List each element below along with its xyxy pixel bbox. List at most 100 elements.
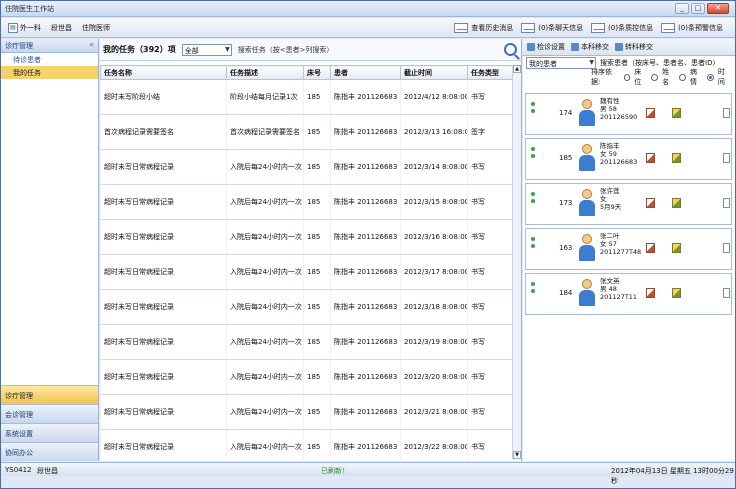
- table-cell: 入院后每24小时内一次: [226, 149, 304, 185]
- toolbar: ▤ 外一科 段世昌 住院医师 查看历史消息 (0)条聊天信息 (0)条质控信息 …: [1, 18, 735, 38]
- doctor-name: 段世昌: [47, 21, 76, 35]
- warning-messages-button[interactable]: (0)条预警信息: [661, 21, 723, 35]
- patient-sex-age: 男 58: [600, 105, 617, 113]
- left-nav: 诊疗管理 « 待诊患者 我的任务 诊疗管理 会诊管理 系统设置 协同办公: [1, 39, 99, 461]
- maximize-button[interactable]: □: [691, 3, 705, 14]
- warning-messages-label: (0)条预警信息: [678, 24, 723, 32]
- envelope-icon: [591, 23, 606, 33]
- chevron-down-icon: ▼: [225, 45, 230, 53]
- scroll-down-icon[interactable]: ▼: [513, 451, 521, 459]
- table-cell: 书写: [467, 429, 513, 465]
- record-icon[interactable]: [646, 198, 655, 208]
- document-icon[interactable]: [723, 198, 730, 208]
- department-icon: ▤: [8, 23, 18, 33]
- table-cell: 2012/3/19 8:08:00: [400, 324, 468, 360]
- task-scrollbar[interactable]: ▲ ▼: [512, 65, 521, 459]
- table-row[interactable]: 超时未写阶段小结 阶段小结每月记录1次 185 陈指丰 201126683 2012/4…: [100, 79, 513, 115]
- table-row[interactable]: 超时未写日常病程记录 入院后每24小时内一次 185 陈指丰 201126683 201…: [100, 359, 513, 395]
- table-cell: 书写: [467, 289, 513, 325]
- sort-radio-name[interactable]: [651, 73, 659, 81]
- title-bar: 住院医生工作站 _ □ ✕: [1, 1, 735, 17]
- sort-radio-time[interactable]: [707, 73, 714, 81]
- patient-list: 174 魏有性男 58 201126590 185 陈指丰女 59 201126683 17…: [525, 93, 732, 318]
- document-icon[interactable]: [723, 108, 730, 118]
- table-row[interactable]: 超时未写日常病程记录 入院后每24小时内一次 185 陈指丰 201126683 201…: [100, 289, 513, 325]
- nav-item-my-tasks[interactable]: 我的任务: [1, 66, 98, 79]
- history-messages-button[interactable]: 查看历史消息: [454, 21, 513, 35]
- nav-section-consultation[interactable]: 会诊管理: [1, 404, 98, 423]
- patient-card[interactable]: 173 张许莲女 5月9天: [525, 183, 732, 225]
- nav-item-waiting-patients[interactable]: 待诊患者: [1, 53, 98, 66]
- history-icon: [454, 23, 469, 33]
- col-task-type[interactable]: 任务类型: [467, 65, 513, 80]
- task-table-body: 超时未写阶段小结 阶段小结每月记录1次 185 陈指丰 201126683 2012/4…: [100, 79, 513, 465]
- sort-radio-condition[interactable]: [679, 73, 686, 81]
- patient-card[interactable]: 174 魏有性男 58 201126590: [525, 93, 732, 135]
- task-filter-select[interactable]: 全部 ▼: [181, 43, 232, 56]
- close-button[interactable]: ✕: [707, 3, 729, 14]
- sort-name-label: 姓名: [662, 68, 670, 86]
- table-row[interactable]: 超时未写日常病程记录 入院后每24小时内一次 185 陈指丰 201126683 201…: [100, 394, 513, 430]
- history-messages-label: 查看历史消息: [471, 24, 514, 32]
- col-deadline[interactable]: 截止时间: [400, 65, 468, 80]
- col-bed[interactable]: 床号: [303, 65, 331, 80]
- nav-section-diagnosis[interactable]: 诊疗管理: [1, 385, 98, 404]
- document-icon[interactable]: [723, 153, 730, 163]
- status-dots-icon: [531, 147, 535, 161]
- edit-icon[interactable]: [672, 198, 681, 208]
- tab-dept-handover[interactable]: 本科移交: [571, 42, 609, 52]
- document-icon[interactable]: [723, 288, 730, 298]
- table-row[interactable]: 超时未写日常病程记录 入院后每24小时内一次 185 陈指丰 201126683 201…: [100, 184, 513, 220]
- patient-sex-age: 女 59: [600, 150, 617, 158]
- table-cell: 陈指丰 201126683: [330, 359, 401, 395]
- chat-messages-button[interactable]: (0)条聊天信息: [521, 21, 583, 35]
- record-icon[interactable]: [646, 243, 655, 253]
- patient-card[interactable]: 184 张文英男 48 201127T11: [525, 273, 732, 315]
- table-cell: 185: [303, 359, 331, 395]
- record-icon[interactable]: [646, 108, 655, 118]
- envelope-icon: [661, 23, 676, 33]
- table-cell: 超时未写阶段小结: [100, 79, 227, 115]
- search-icon[interactable]: [504, 43, 517, 56]
- edit-icon[interactable]: [672, 288, 681, 298]
- collapse-icon[interactable]: «: [89, 40, 94, 49]
- record-icon[interactable]: [646, 153, 655, 163]
- toolbar-user-info: ▤ 外一科 段世昌 住院医师: [4, 21, 114, 35]
- patient-panel: 检诊设置 本科移交 转科移交 我的患者 ▼ 搜索患者（按床号、患者名、患者ID）…: [523, 39, 735, 461]
- table-cell: 2012/3/13 16:08:00: [400, 114, 468, 150]
- table-row[interactable]: 超时未写日常病程记录 入院后每24小时内一次 185 陈指丰 201126683 201…: [100, 429, 513, 465]
- patient-card[interactable]: 163 张二叶女 57 2011277T48: [525, 228, 732, 270]
- table-cell: 陈指丰 201126683: [330, 289, 401, 325]
- table-row[interactable]: 超时未写日常病程记录 入院后每24小时内一次 185 陈指丰 201126683 201…: [100, 324, 513, 360]
- table-row[interactable]: 超时未写日常病程记录 入院后每24小时内一次 185 陈指丰 201126683 201…: [100, 149, 513, 185]
- edit-icon[interactable]: [672, 243, 681, 253]
- task-search-hint[interactable]: 搜索任务（按<患者>列搜索）: [238, 45, 334, 55]
- table-row[interactable]: 超时未写日常病程记录 入院后每24小时内一次 185 陈指丰 201126683 201…: [100, 254, 513, 290]
- qc-messages-button[interactable]: (0)条质控信息: [591, 21, 653, 35]
- patient-filter-select[interactable]: 我的患者 ▼: [526, 57, 596, 69]
- sort-label: 排序依据:: [591, 68, 612, 86]
- document-icon[interactable]: [723, 243, 730, 253]
- table-cell: 书写: [467, 394, 513, 430]
- nav-section-settings[interactable]: 系统设置: [1, 423, 98, 442]
- department-button[interactable]: ▤ 外一科: [4, 21, 45, 35]
- tab-transfer-handover[interactable]: 转科移交: [615, 42, 653, 52]
- nav-section-office[interactable]: 协同办公: [1, 442, 98, 461]
- col-patient[interactable]: 患者: [330, 65, 401, 80]
- col-task-desc[interactable]: 任务描述: [226, 65, 304, 80]
- table-cell: 2012/4/12 8:08:00: [400, 79, 468, 115]
- scroll-up-icon[interactable]: ▲: [513, 65, 521, 73]
- table-row[interactable]: 超时未写日常病程记录 入院后每24小时内一次 185 陈指丰 201126683 201…: [100, 219, 513, 255]
- minimize-button[interactable]: _: [675, 3, 689, 14]
- tab-exam-settings[interactable]: 检诊设置: [527, 42, 565, 52]
- table-cell: 2012/3/22 8:08:00: [400, 429, 468, 465]
- table-row[interactable]: 首次病程记录需要签名 首次病程记录需要签名 185 陈指丰 201126683 2012…: [100, 114, 513, 150]
- patient-name: 张二叶: [600, 232, 620, 240]
- col-task-name[interactable]: 任务名称: [100, 65, 227, 80]
- sort-radio-bed[interactable]: [623, 73, 631, 81]
- edit-icon[interactable]: [672, 108, 681, 118]
- table-cell: 超时未写日常病程记录: [100, 359, 227, 395]
- patient-card[interactable]: 185 陈指丰女 59 201126683: [525, 138, 732, 180]
- edit-icon[interactable]: [672, 153, 681, 163]
- record-icon[interactable]: [646, 288, 655, 298]
